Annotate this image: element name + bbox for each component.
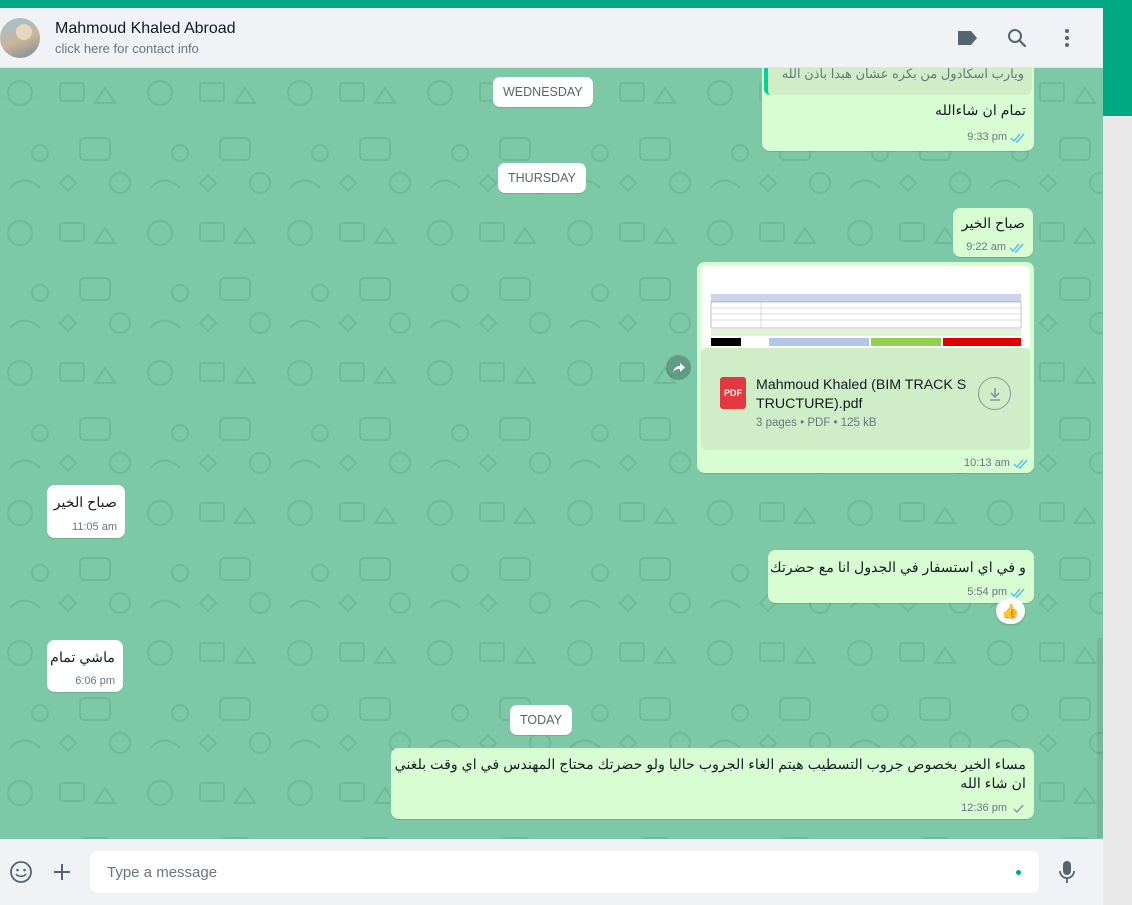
quoted-message-text: ويارب اسكادول من بكره عشان هبدا باذن الل…: [781, 68, 1024, 81]
message-list[interactable]: تمام ان شاءالله 9:33 pm ويارب اسكادول من…: [0, 68, 1103, 839]
chat-window: Mahmoud Khaled Abroad click here for con…: [0, 8, 1103, 905]
date-separator: THURSDAY: [498, 163, 586, 193]
message-text: ماشي تمام: [50, 650, 115, 666]
message-text-line-1: مساء الخير بخصوص جروب التسطيب هيتم الغاء…: [394, 757, 1026, 773]
sent-receipt-icon: [1013, 804, 1024, 813]
message-meta: 5:54 pm: [967, 586, 1026, 598]
composer-bar: [0, 839, 1103, 905]
outgoing-message[interactable]: صباح الخير 9:22 am: [953, 208, 1033, 257]
read-receipt-icon: [1010, 588, 1025, 598]
mic-icon[interactable]: [1053, 858, 1081, 886]
read-receipt-icon: [1010, 133, 1025, 143]
message-meta: 10:13 am: [964, 457, 1029, 469]
message-time: 11:05 am: [71, 521, 117, 533]
outgoing-message[interactable]: و في اي استسفار في الجدول انا مع حضرتك 5…: [768, 550, 1034, 603]
file-details: 3 pages • PDF • 125 kB: [756, 417, 877, 429]
message-input-container[interactable]: [90, 851, 1039, 893]
message-time: 6:06 pm: [75, 675, 115, 687]
message-time: 12:36 pm: [961, 802, 1007, 814]
message-text-line-2: ان شاء الله: [960, 776, 1026, 792]
message-time: 10:13 am: [964, 457, 1010, 469]
status-dot: [1016, 870, 1021, 875]
message-meta: 11:05 am: [72, 521, 117, 533]
top-accent-bar: [0, 0, 1132, 8]
right-accent-bar: [1103, 8, 1132, 116]
incoming-message[interactable]: ماشي تمام 6:06 pm: [47, 640, 123, 692]
message-text: صباح الخير: [961, 216, 1025, 232]
message-time: 9:22 am: [966, 241, 1006, 253]
quoted-message[interactable]: ويارب اسكادول من بكره عشان هبدا باذن الل…: [764, 68, 1032, 95]
message-time: 9:33 pm: [967, 131, 1007, 143]
read-receipt-icon: [1009, 243, 1024, 253]
forward-icon[interactable]: [666, 355, 691, 380]
message-meta: 6:06 pm: [75, 675, 115, 687]
date-separator: WEDNESDAY: [493, 77, 593, 107]
message-text: و في اي استسفار في الجدول انا مع حضرتك: [770, 560, 1026, 576]
message-input[interactable]: [90, 851, 1039, 893]
pdf-file-icon: PDF: [720, 377, 746, 409]
message-time: 5:54 pm: [967, 586, 1007, 598]
download-icon[interactable]: [978, 377, 1011, 410]
file-name: Mahmoud Khaled (BIM TRACK STRUCTURE).pdf: [756, 377, 967, 412]
avatar[interactable]: [0, 18, 40, 58]
message-meta: 9:22 am: [966, 241, 1025, 253]
search-icon[interactable]: [1004, 25, 1030, 51]
label-icon[interactable]: [954, 25, 980, 51]
emoji-icon[interactable]: [7, 858, 35, 886]
scrollbar[interactable]: [1097, 638, 1103, 838]
outgoing-message[interactable]: مساء الخير بخصوص جروب التسطيب هيتم الغاء…: [391, 748, 1034, 819]
message-meta: 9:33 pm: [967, 131, 1026, 143]
attach-icon[interactable]: [48, 858, 76, 886]
message-meta: 12:36 pm: [961, 802, 1026, 814]
right-gutter: [1103, 116, 1132, 905]
contact-info-hint[interactable]: click here for contact info: [55, 41, 199, 56]
date-separator: TODAY: [510, 705, 572, 735]
contact-name[interactable]: Mahmoud Khaled Abroad: [55, 20, 236, 38]
chat-header[interactable]: Mahmoud Khaled Abroad click here for con…: [0, 8, 1103, 68]
read-receipt-icon: [1013, 459, 1028, 469]
message-text: تمام ان شاءالله: [935, 103, 1026, 119]
document-thumbnail: [710, 294, 1022, 346]
incoming-message[interactable]: صباح الخير 11:05 am: [47, 485, 125, 538]
reaction-badge[interactable]: 👍: [996, 598, 1025, 624]
menu-icon[interactable]: [1054, 25, 1080, 51]
document-preview[interactable]: [701, 266, 1030, 348]
message-text: صباح الخير: [53, 495, 117, 511]
